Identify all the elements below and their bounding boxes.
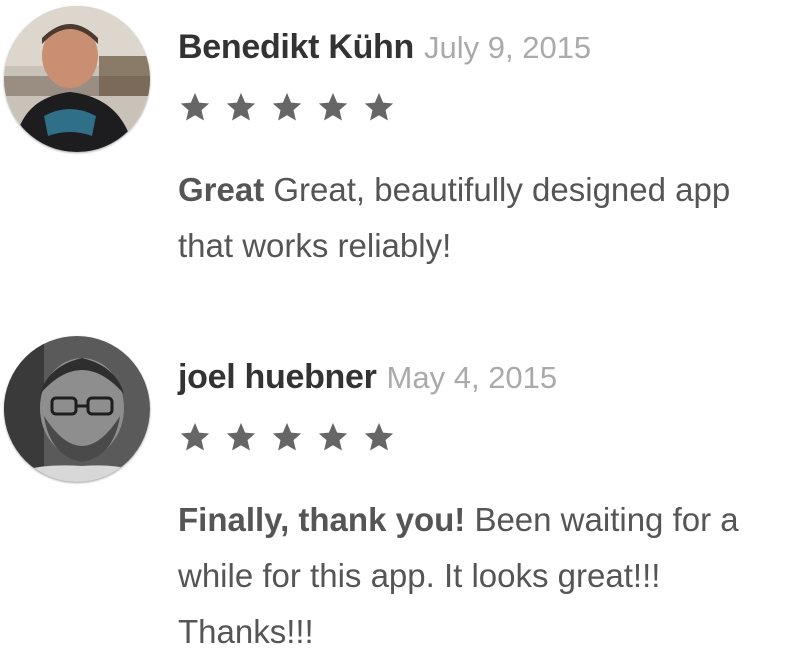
star-icon	[318, 422, 348, 451]
person-photo-avatar-icon	[4, 6, 150, 152]
star-rating	[178, 90, 396, 124]
author-name[interactable]: joel huebner	[178, 358, 377, 396]
review-headline: Finally, thank you!	[178, 501, 466, 538]
review-body: Finally, thank you! Been waiting for a w…	[178, 492, 778, 660]
star-icon	[364, 422, 394, 451]
review-meta: joel huebner May 4, 2015	[178, 358, 557, 397]
review-meta: Benedikt Kühn July 9, 2015	[178, 28, 591, 67]
star-icon	[180, 92, 210, 121]
person-photo-avatar-icon	[4, 336, 150, 482]
avatar[interactable]	[4, 6, 150, 152]
review-headline: Great	[178, 171, 265, 208]
star-icon	[364, 92, 394, 121]
review-date: May 4, 2015	[386, 360, 558, 395]
avatar[interactable]	[4, 336, 150, 482]
star-icon	[272, 92, 302, 121]
star-icon	[272, 422, 302, 451]
review-date: July 9, 2015	[424, 30, 592, 65]
author-name[interactable]: Benedikt Kühn	[178, 28, 414, 66]
review-body: Great Great, beautifully designed app th…	[178, 162, 778, 274]
star-icon	[226, 92, 256, 121]
star-rating	[178, 420, 396, 454]
star-icon	[226, 422, 256, 451]
star-icon	[180, 422, 210, 451]
star-icon	[318, 92, 348, 121]
